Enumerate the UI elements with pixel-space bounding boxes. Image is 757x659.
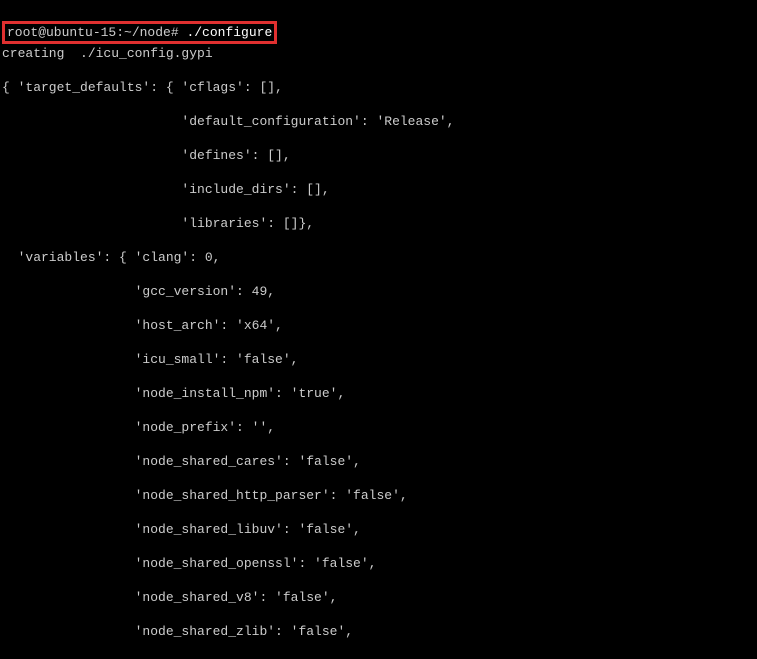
output-line: { 'target_defaults': { 'cflags': [], (2, 79, 755, 96)
output-line: 'variables': { 'clang': 0, (2, 249, 755, 266)
output-line: 'node_shared_cares': 'false', (2, 453, 755, 470)
output-line: 'host_arch': 'x64', (2, 317, 755, 334)
prompt-sep: # (171, 25, 187, 40)
output-line: 'node_shared_libuv': 'false', (2, 521, 755, 538)
output-line: 'defines': [], (2, 147, 755, 164)
output-line: 'node_install_npm': 'true', (2, 385, 755, 402)
terminal-window[interactable]: root@ubuntu-15:~/node# ./configure creat… (0, 0, 757, 659)
highlighted-command: root@ubuntu-15:~/node# ./configure (2, 21, 277, 44)
prompt-userhost: root@ubuntu-15 (7, 25, 116, 40)
output-line: 'libraries': []}, (2, 215, 755, 232)
output-line: 'node_shared_v8': 'false', (2, 589, 755, 606)
output-line: 'node_shared_http_parser': 'false', (2, 487, 755, 504)
output-line: creating ./icu_config.gypi (2, 45, 755, 62)
output-line: 'node_prefix': '', (2, 419, 755, 436)
command-text: ./configure (186, 25, 272, 40)
output-line: 'include_dirs': [], (2, 181, 755, 198)
output-line: 'icu_small': 'false', (2, 351, 755, 368)
output-line: 'default_configuration': 'Release', (2, 113, 755, 130)
output-line: 'node_shared_openssl': 'false', (2, 555, 755, 572)
output-line: 'gcc_version': 49, (2, 283, 755, 300)
prompt-colon: : (116, 25, 124, 40)
prompt-path: ~/node (124, 25, 171, 40)
output-line: 'node_shared_zlib': 'false', (2, 623, 755, 640)
